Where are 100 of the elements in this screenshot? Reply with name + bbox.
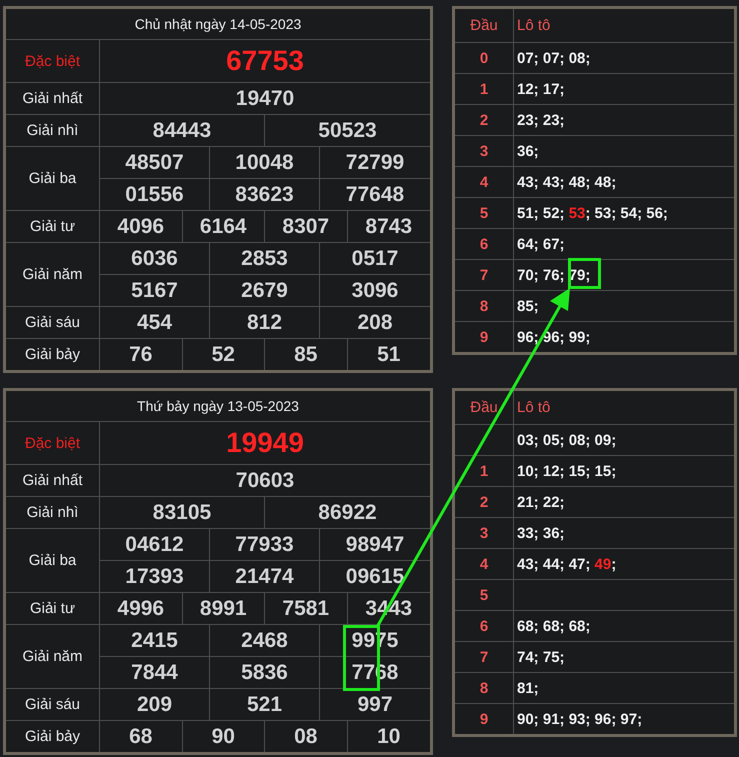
loto-numbers: 36; xyxy=(517,142,539,160)
prize-number: 10048 xyxy=(210,147,320,178)
prize-number: 7844 xyxy=(100,657,210,688)
loto-numbers: 07; 07; 08; xyxy=(517,50,590,66)
column-header: Đầu xyxy=(455,391,514,424)
prize-number: 48507 xyxy=(100,147,210,178)
prize-number: 08 xyxy=(265,721,348,752)
loto-numbers: 12; 17; xyxy=(517,80,565,98)
head-digit: 6 xyxy=(480,618,488,634)
head-digit: 2 xyxy=(480,494,488,510)
head-digit: 9 xyxy=(480,710,488,728)
prize-number: 454 xyxy=(100,307,210,338)
loto-numbers: 03; 05; 08; 09; xyxy=(517,432,616,448)
head-digit: 7 xyxy=(480,266,488,284)
column-header: Lô tô xyxy=(516,16,552,36)
prize-number: 77933 xyxy=(210,529,320,560)
head-digit: 8 xyxy=(480,298,488,314)
prize-number: 83623 xyxy=(210,179,320,210)
head-digit: 9 xyxy=(480,328,488,346)
prize-number: 5167 xyxy=(100,275,210,306)
prize-number: 8743 xyxy=(364,214,414,240)
prize-label: Giải năm xyxy=(6,625,100,688)
prize-number: 2415 xyxy=(100,625,210,656)
prize-label: Giải nhất xyxy=(6,83,100,114)
loto-numbers: 43; 44; 47; 49; xyxy=(517,556,616,572)
loto-numbers: 68; 68; 68; xyxy=(517,618,590,634)
prize-number: 812 xyxy=(210,307,320,338)
prize-number: 0517 xyxy=(350,246,400,272)
loto-numbers: 21; 22; xyxy=(517,494,565,510)
loto-numbers: 51; 52; 53; 53; 54; 56; xyxy=(517,204,668,222)
head-digit: 4 xyxy=(480,556,488,572)
prize-number: 98947 xyxy=(344,532,406,558)
date-heading: Chủ nhật ngày 14-05-2023 xyxy=(6,9,430,40)
head-digit: 3 xyxy=(480,142,488,160)
loto-numbers: 81; xyxy=(517,680,539,696)
prize-number: 6036 xyxy=(100,243,210,274)
prize-number: 67753 xyxy=(225,44,305,78)
prize-number: 85 xyxy=(265,339,348,370)
loto-numbers: 85; xyxy=(517,298,539,314)
loto-numbers: 74; 75; xyxy=(517,648,565,666)
prize-number: 8991 xyxy=(182,593,265,624)
prize-number: 6164 xyxy=(182,211,265,242)
prize-number: 17393 xyxy=(100,561,210,592)
prize-number: 7581 xyxy=(265,593,348,624)
prize-number: 76 xyxy=(100,339,182,370)
head-digit: 6 xyxy=(480,236,488,252)
prize-label: Giải ba xyxy=(6,529,100,592)
loto-numbers: 64; 67; xyxy=(517,236,565,252)
prize-label: Giải tư xyxy=(6,593,100,624)
prize-number: 21474 xyxy=(210,561,320,592)
prize-number: 84443 xyxy=(100,115,265,146)
prize-number: 51 xyxy=(376,342,402,368)
prize-number: 208 xyxy=(356,310,394,336)
prize-label: Giải sáu xyxy=(6,689,100,720)
head-digit: 0 xyxy=(480,50,488,66)
head-digit: 7 xyxy=(480,648,488,666)
loto-numbers: 70; 76; 79; xyxy=(517,266,590,284)
prize-number: 83105 xyxy=(100,497,265,528)
highlight-box xyxy=(568,258,601,289)
loto-numbers: 33; 36; xyxy=(517,524,565,542)
prize-label: Giải bảy xyxy=(6,721,100,752)
head-digit: 2 xyxy=(480,112,488,128)
prize-number: 209 xyxy=(100,689,210,720)
prize-label: Giải nhất xyxy=(6,465,100,496)
prize-label: Giải bảy xyxy=(6,339,100,370)
head-digit: 4 xyxy=(480,174,488,190)
column-header: Lô tô xyxy=(516,398,552,418)
loto-numbers: 90; 91; 93; 96; 97; xyxy=(517,710,642,728)
prize-label: Giải nhì xyxy=(6,497,100,528)
loto-numbers: 10; 12; 15; 15; xyxy=(517,462,616,480)
prize-label: Giải nhì xyxy=(6,115,100,146)
prize-number: 72799 xyxy=(344,150,406,176)
prize-number: 09615 xyxy=(344,564,406,590)
prize-label: Giải năm xyxy=(6,243,100,306)
prize-number: 01556 xyxy=(100,179,210,210)
column-header: Đầu xyxy=(455,9,514,42)
prize-label: Giải ba xyxy=(6,147,100,210)
prize-label: Giải tư xyxy=(6,211,100,242)
prize-number: 997 xyxy=(356,692,394,718)
prize-number: 68 xyxy=(100,721,182,752)
prize-number: 10 xyxy=(376,724,402,750)
loto-numbers: 43; 43; 48; 48; xyxy=(517,174,616,190)
head-digit: 8 xyxy=(480,680,488,696)
prize-number: 86922 xyxy=(317,500,378,526)
date-heading: Thứ bảy ngày 13-05-2023 xyxy=(6,391,430,422)
prize-number: 19470 xyxy=(234,86,296,112)
head-digit: 5 xyxy=(480,204,488,222)
prize-number: 50523 xyxy=(317,118,378,144)
loto-numbers: 23; 23; xyxy=(517,112,565,128)
prize-label: Đặc biệt xyxy=(6,422,100,464)
head-digit: 5 xyxy=(480,586,488,604)
prize-number: 2468 xyxy=(210,625,320,656)
prize-number: 2679 xyxy=(210,275,320,306)
prize-number: 90 xyxy=(182,721,265,752)
prize-number: 3096 xyxy=(350,278,400,304)
prize-number: 70603 xyxy=(234,468,296,494)
prize-number: 521 xyxy=(210,689,320,720)
prize-number: 2853 xyxy=(210,243,320,274)
prize-number: 4996 xyxy=(100,593,182,624)
prize-number: 77648 xyxy=(344,182,406,208)
